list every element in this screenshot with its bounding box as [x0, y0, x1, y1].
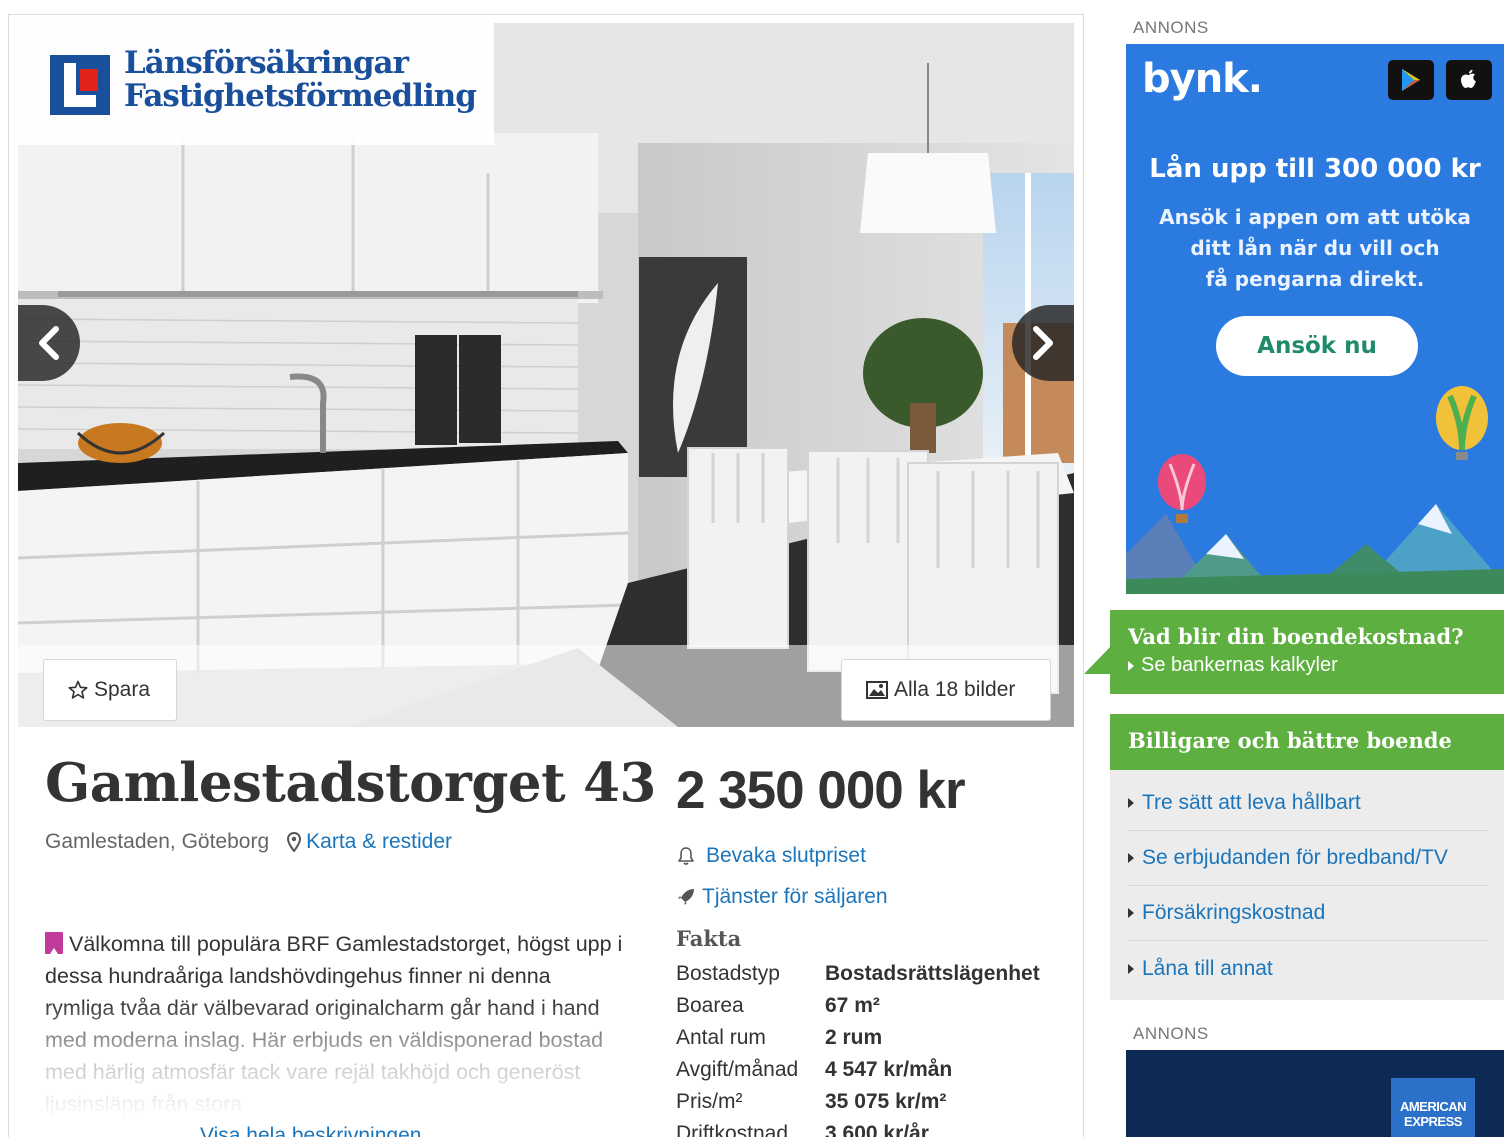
amex-logo-line: EXPRESS — [1404, 1114, 1462, 1129]
image-icon — [866, 681, 888, 699]
broker-logo-text: Länsförsäkringar Fastighetsförmedling — [124, 45, 477, 114]
tip-label: Låna till annat — [1142, 956, 1273, 980]
map-link[interactable]: Karta & restider — [287, 830, 452, 854]
google-play-button[interactable] — [1388, 60, 1434, 100]
fact-row: Driftkostnad 3 600 kr/år — [676, 1118, 1040, 1137]
bynk-body: Ansök i appen om att utöka ditt lån när … — [1150, 202, 1480, 295]
fact-label: Avgift/månad — [676, 1058, 799, 1081]
apple-icon — [1461, 69, 1476, 88]
tip-link[interactable]: Tre sätt att leva hållbart — [1128, 776, 1488, 831]
tip-label: Se erbjudanden för bredband/TV — [1142, 846, 1448, 869]
facts-heading: Fakta — [676, 926, 742, 951]
tip-link[interactable]: Låna till annat — [1128, 941, 1488, 996]
tips-header: Billigare och bättre boende — [1110, 714, 1504, 770]
rocket-icon — [678, 889, 694, 905]
listing-area: Gamlestaden, Göteborg — [45, 830, 270, 853]
caret-right-icon — [1128, 853, 1134, 863]
image-gallery[interactable]: Länsförsäkringar Fastighetsförmedling Sp… — [18, 23, 1074, 727]
tip-link[interactable]: Se erbjudanden för bredband/TV — [1128, 831, 1488, 886]
bank-calculations-link[interactable]: Se bankernas kalkyler — [1128, 654, 1338, 677]
bynk-ad[interactable]: bynk. Lån upp till 300 000 kr Ansök i ap… — [1126, 44, 1504, 594]
bynk-body-line: få pengarna direkt. — [1205, 267, 1425, 291]
bell-icon — [678, 847, 694, 865]
watch-final-price-link[interactable]: Bevaka slutpriset — [676, 844, 866, 868]
fact-value: Bostadsrättslägenhet — [825, 962, 1040, 985]
play-store-icon — [1402, 69, 1420, 91]
watch-final-price-label: Bevaka slutpriset — [706, 844, 866, 867]
listing-page: Länsförsäkringar Fastighetsförmedling Sp… — [0, 0, 1504, 1137]
tip-link[interactable]: Försäkringskostnad — [1128, 886, 1488, 941]
map-pin-icon — [287, 832, 302, 852]
ad-label: ANNONS — [1133, 18, 1209, 37]
fact-row: Pris/m² 35 075 kr/m² — [676, 1086, 1040, 1118]
fact-label: Driftkostnad — [676, 1122, 789, 1137]
bank-calculations-label: Se bankernas kalkyler — [1141, 654, 1338, 676]
tip-label: Försäkringskostnad — [1142, 901, 1326, 924]
caret-right-icon — [1128, 963, 1134, 974]
caret-right-icon — [1128, 660, 1134, 671]
caret-right-icon — [1128, 798, 1134, 808]
fact-label: Antal rum — [676, 1026, 766, 1049]
map-link-label: Karta & restider — [306, 830, 453, 853]
facts-table: Bostadstyp Bostadsrättslägenhet Boarea 6… — [676, 958, 1040, 1137]
fact-value: 3 600 kr/år — [825, 1122, 929, 1137]
broker-logo-mark — [50, 55, 110, 115]
app-store-button[interactable] — [1446, 60, 1492, 100]
broker-name-line2: Fastighetsförmedling — [124, 78, 477, 114]
fact-row: Boarea 67 m² — [676, 990, 1040, 1022]
fact-value: 67 m² — [825, 994, 880, 1017]
description-fade — [40, 1000, 640, 1120]
broker-name-line1: Länsförsäkringar — [124, 45, 409, 81]
listing-address: Gamlestaden, Göteborg Karta & restider — [45, 830, 452, 854]
all-images-label: Alla 18 bilder — [894, 678, 1016, 701]
fact-row: Antal rum 2 rum — [676, 1022, 1040, 1054]
chevron-left-icon — [39, 326, 59, 360]
apply-now-button[interactable]: Ansök nu — [1216, 316, 1418, 376]
bynk-headline: Lån upp till 300 000 kr — [1149, 154, 1481, 184]
star-icon — [68, 680, 88, 699]
fact-label: Bostadstyp — [676, 962, 780, 985]
bookmark-icon — [45, 932, 63, 954]
amex-logo: AMERICAN EXPRESS — [1391, 1078, 1475, 1137]
save-label: Spara — [94, 678, 151, 701]
fact-row: Avgift/månad 4 547 kr/mån — [676, 1054, 1040, 1086]
fact-label: Boarea — [676, 994, 744, 1017]
seller-services-link[interactable]: Tjänster för säljaren — [676, 885, 888, 909]
fact-value: 35 075 kr/m² — [825, 1090, 947, 1113]
listing-title: Gamlestadstorget 43 — [45, 752, 656, 814]
bynk-logo: bynk. — [1142, 56, 1263, 102]
cost-box-pointer — [1084, 646, 1111, 674]
amex-logo-line: AMERICAN — [1399, 1099, 1467, 1114]
fact-value: 2 rum — [825, 1026, 883, 1049]
amex-ad[interactable]: AMERICAN EXPRESS — [1126, 1050, 1504, 1137]
seller-services-label: Tjänster för säljaren — [702, 885, 888, 908]
housing-cost-box[interactable]: Vad blir din boendekostnad? Se bankernas… — [1110, 610, 1504, 694]
listing-price: 2 350 000 kr — [676, 761, 966, 820]
housing-cost-title: Vad blir din boendekostnad? — [1128, 624, 1464, 649]
all-images-button[interactable]: Alla 18 bilder — [841, 659, 1051, 721]
show-full-description-link[interactable]: Visa hela beskrivningen — [200, 1124, 421, 1137]
bynk-body-line: ditt lån när du vill och — [1190, 236, 1440, 260]
tip-label: Tre sätt att leva hållbart — [1142, 791, 1361, 814]
broker-logo[interactable]: Länsförsäkringar Fastighetsförmedling — [18, 23, 494, 145]
tips-title: Billigare och bättre boende — [1128, 728, 1452, 753]
bynk-body-line: Ansök i appen om att utöka — [1159, 205, 1471, 229]
chevron-right-icon — [1033, 326, 1053, 360]
save-button[interactable]: Spara — [43, 659, 177, 721]
caret-right-icon — [1128, 908, 1134, 918]
fact-row: Bostadstyp Bostadsrättslägenhet — [676, 958, 1040, 990]
fact-value: 4 547 kr/mån — [825, 1058, 953, 1081]
fact-label: Pris/m² — [676, 1090, 743, 1113]
balloon-mountain-illustration — [1126, 386, 1504, 594]
ad-label: ANNONS — [1133, 1024, 1209, 1043]
tips-box: Billigare och bättre boende Tre sätt att… — [1110, 714, 1504, 1000]
